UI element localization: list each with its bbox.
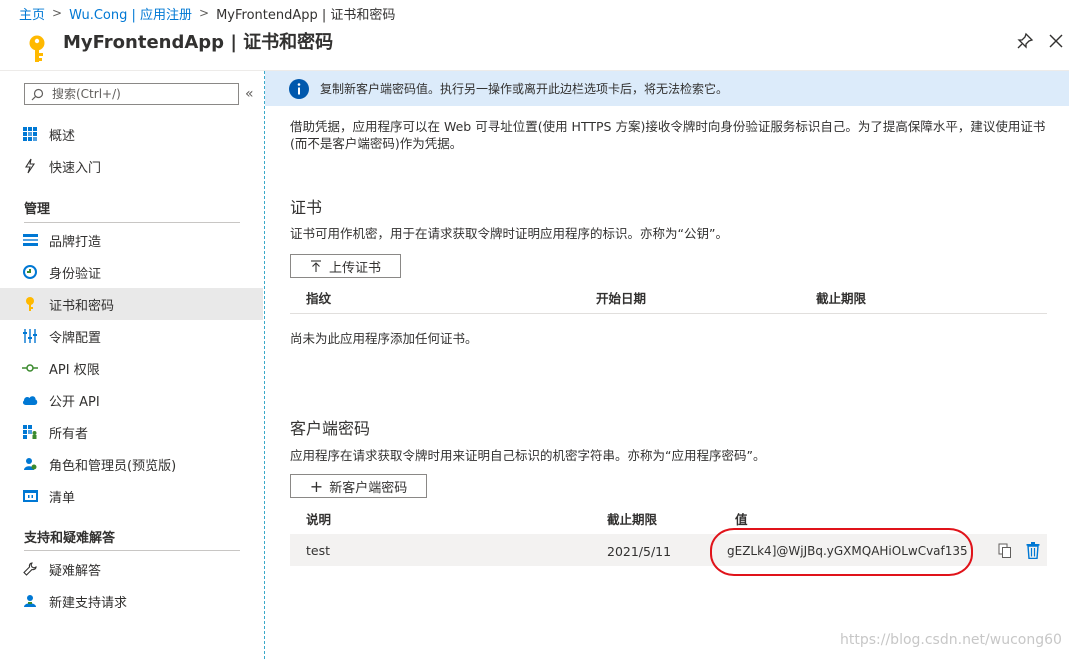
sidebar-item-label: 所有者 [49, 426, 89, 442]
client-secrets-title: 客户端密码 [290, 419, 371, 438]
info-icon [289, 78, 309, 99]
sidebar-item-label: 令牌配置 [49, 330, 102, 346]
sidebar-item-roles-admins[interactable]: 角色和管理员(预览版) [0, 448, 263, 480]
pin-icon[interactable] [1016, 32, 1034, 50]
sidebar-item-overview[interactable]: 概述 [0, 118, 263, 150]
api-permissions-icon [22, 360, 38, 376]
page-title: MyFrontendApp | 证书和密码 [63, 32, 334, 53]
new-client-secret-label: 新客户端密码 [329, 480, 408, 496]
breadcrumb-app-registration-link[interactable]: Wu.Cong | 应用注册 [69, 4, 192, 23]
sidebar-item-expose-api[interactable]: 公开 API [0, 384, 263, 416]
authentication-icon [22, 264, 38, 280]
sidebar-item-label: 快速入门 [49, 160, 102, 176]
section-divider [24, 222, 240, 223]
support-section-heading: 支持和疑难解答 [24, 531, 116, 546]
sidebar-item-new-support-request[interactable]: 新建支持请求 [0, 585, 263, 617]
delete-icon[interactable] [1026, 542, 1040, 559]
sidebar-item-authentication[interactable]: 身份验证 [0, 256, 263, 288]
branding-icon [22, 232, 38, 248]
sidebar-item-token-configuration[interactable]: 令牌配置 [0, 320, 263, 352]
chevron-right-icon: > [199, 6, 210, 20]
certificates-title: 证书 [290, 198, 323, 217]
table-divider [290, 313, 1047, 314]
sidebar-item-certificates-secrets[interactable]: 证书和密码 [0, 288, 263, 320]
cert-column-expires: 截止期限 [816, 291, 867, 306]
owners-icon [22, 424, 38, 440]
key-icon [22, 296, 38, 312]
certificates-empty-message: 尚未为此应用程序添加任何证书。 [290, 331, 478, 346]
close-icon[interactable] [1046, 31, 1066, 51]
cloud-icon [22, 392, 38, 408]
sidebar-item-label: 概述 [49, 128, 76, 144]
upload-certificate-label: 上传证书 [328, 260, 381, 276]
copy-icon[interactable] [998, 543, 1012, 559]
watermark: https://blog.csdn.net/wucong60 [840, 632, 1062, 648]
sidebar-item-api-permissions[interactable]: API 权限 [0, 352, 263, 384]
cert-column-thumbprint: 指纹 [306, 291, 332, 306]
sidebar-border [264, 71, 265, 659]
sidebar-item-label: 新建支持请求 [49, 595, 128, 611]
key-icon [29, 35, 45, 62]
sidebar-item-branding[interactable]: 品牌打造 [0, 224, 263, 256]
cert-column-start-date: 开始日期 [596, 291, 647, 306]
chevron-right-icon: > [52, 6, 63, 20]
sidebar-item-label: 角色和管理员(预览版) [49, 458, 177, 474]
sidebar-item-label: 品牌打造 [49, 234, 102, 250]
grid-icon [22, 126, 38, 142]
sidebar-item-manifest[interactable]: 清单 [0, 480, 263, 512]
new-client-secret-button[interactable]: + 新客户端密码 [290, 474, 427, 498]
breadcrumb-current: MyFrontendApp | 证书和密码 [216, 7, 396, 23]
sidebar-item-label: 疑难解答 [49, 563, 102, 579]
sidebar-item-label: 公开 API [49, 394, 100, 410]
info-banner: 复制新客户端密码值。执行另一操作或离开此边栏选项卡后，将无法检索它。 [265, 71, 1069, 106]
sidebar-item-label: 证书和密码 [49, 298, 115, 314]
plus-icon: + [309, 476, 324, 496]
search-icon [31, 88, 44, 100]
upload-certificate-button[interactable]: 上传证书 [290, 254, 401, 278]
info-banner-text: 复制新客户端密码值。执行另一操作或离开此边栏选项卡后，将无法检索它。 [320, 82, 729, 96]
manage-section-heading: 管理 [24, 202, 51, 217]
search-input[interactable] [50, 86, 224, 102]
breadcrumb-home-link[interactable]: 主页 [19, 4, 45, 23]
breadcrumb: 主页 > Wu.Cong | 应用注册 > MyFrontendApp | 证书… [0, 0, 1069, 26]
sidebar-item-label: API 权限 [49, 362, 100, 378]
sidebar-item-quickstart[interactable]: 快速入门 [0, 150, 263, 182]
client-secrets-description: 应用程序在请求获取令牌时用来证明自己标识的机密字符串。亦称为“应用程序密码”。 [290, 448, 766, 463]
secret-column-description: 说明 [306, 512, 332, 527]
section-divider [24, 550, 240, 551]
upload-arrow-icon [310, 259, 321, 272]
secret-description: test [306, 543, 331, 558]
sidebar-item-label: 清单 [49, 490, 76, 506]
secret-column-value: 值 [735, 512, 748, 527]
support-person-icon [22, 593, 38, 609]
secret-column-expires: 截止期限 [607, 512, 658, 527]
highlight-annotation [710, 528, 973, 576]
manifest-icon [22, 488, 38, 504]
lightning-icon [22, 158, 38, 174]
search-box[interactable] [24, 83, 239, 105]
certificates-description: 证书可用作机密，用于在请求获取令牌时证明应用程序的标识。亦称为“公钥”。 [290, 226, 728, 241]
sidebar-item-owners[interactable]: 所有者 [0, 416, 263, 448]
wrench-icon [22, 561, 38, 577]
intro-text: 借助凭据，应用程序可以在 Web 可寻址位置(使用 HTTPS 方案)接收令牌时… [290, 119, 1046, 151]
token-config-icon [22, 328, 38, 344]
collapse-sidebar-button[interactable]: « [245, 85, 259, 103]
secret-expires: 2021/5/11 [607, 544, 672, 559]
roles-icon [22, 456, 38, 472]
sidebar-item-troubleshooting[interactable]: 疑难解答 [0, 553, 263, 585]
sidebar-item-label: 身份验证 [49, 266, 102, 282]
